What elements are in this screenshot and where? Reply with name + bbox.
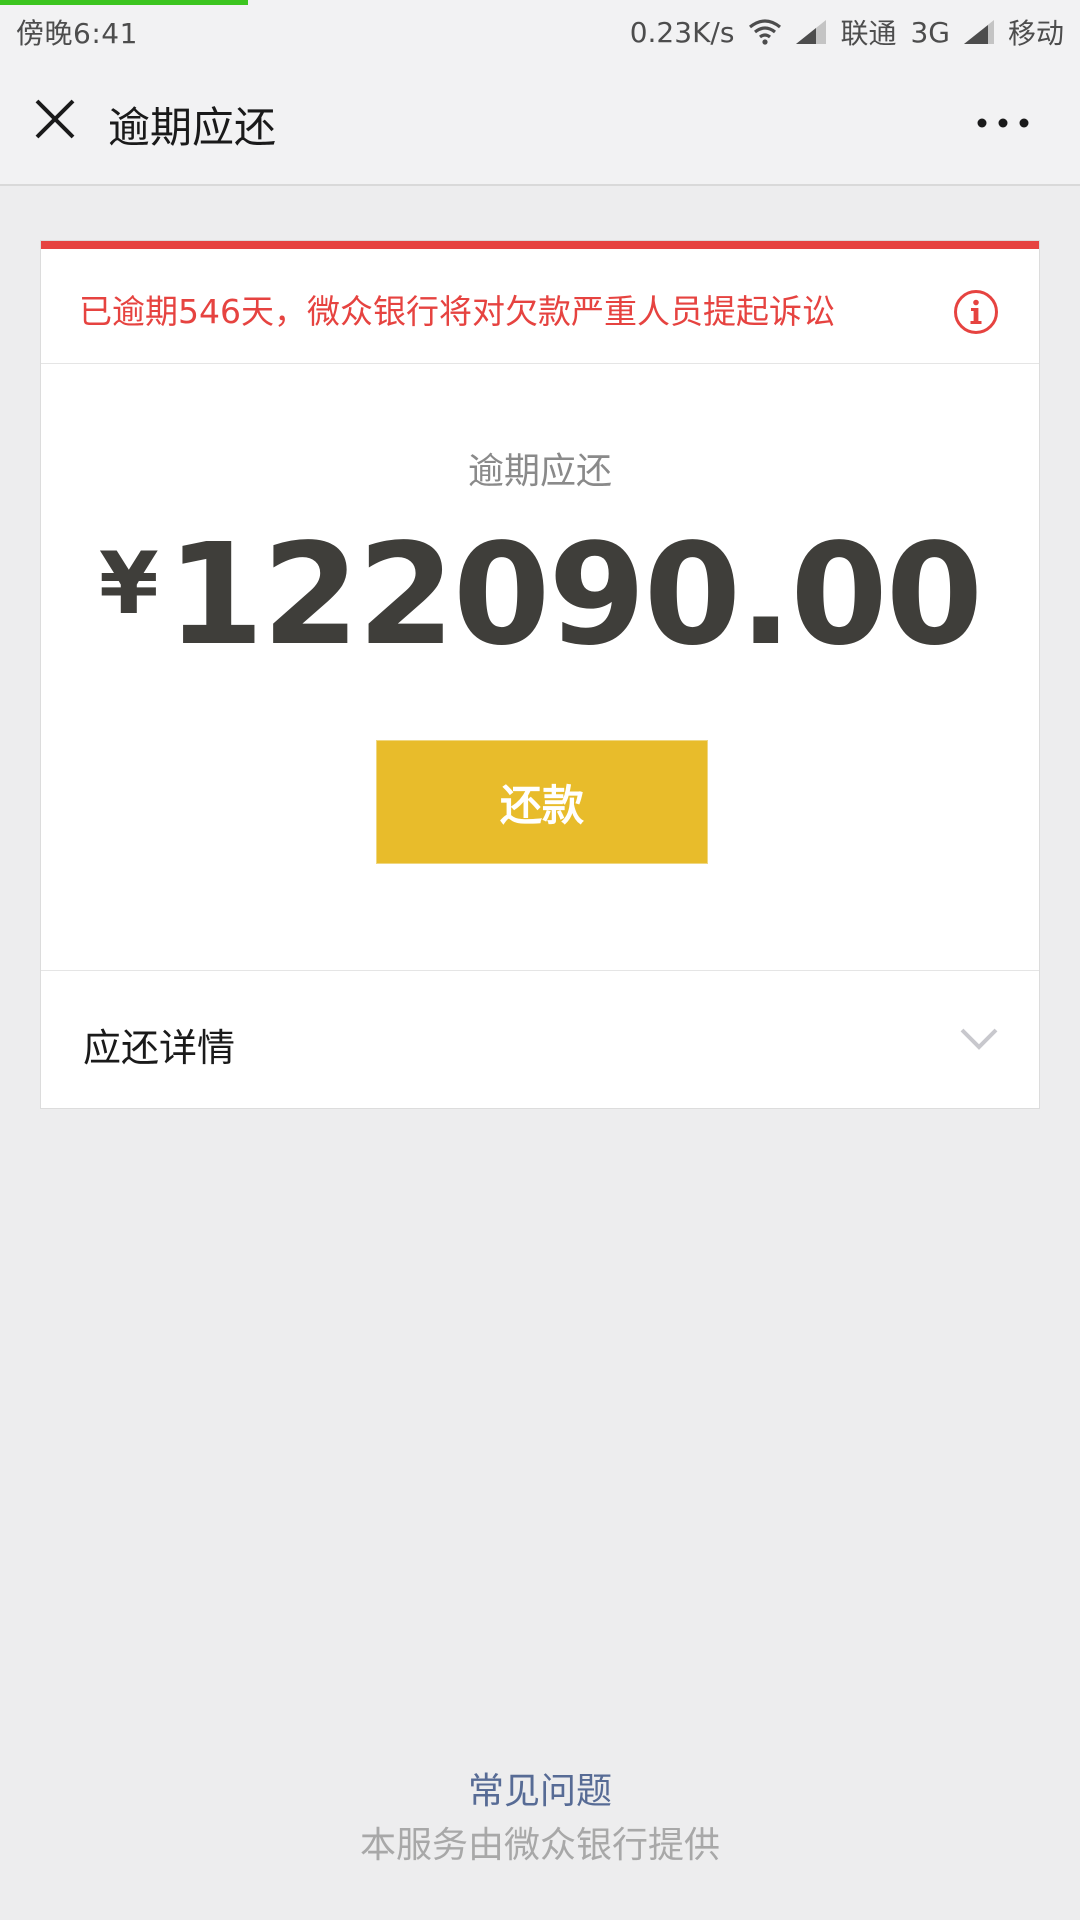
repayment-details-toggle[interactable]: 应还详情 bbox=[41, 971, 1039, 1108]
signal-icon-2 bbox=[963, 20, 994, 44]
faq-link[interactable]: 常见问题 bbox=[0, 1762, 1080, 1814]
overdue-alert-text: 已逾期546天，微众银行将对欠款严重人员提起诉讼 bbox=[79, 292, 835, 331]
nav-bar: 逾期应还 bbox=[0, 58, 1080, 186]
currency-symbol: ¥ bbox=[98, 534, 159, 634]
overdue-card: 已逾期546天，微众银行将对欠款严重人员提起诉讼 逾期应还 ¥122090.00… bbox=[40, 240, 1040, 1109]
close-icon[interactable] bbox=[34, 98, 76, 140]
page-load-progress bbox=[0, 0, 249, 5]
info-icon[interactable] bbox=[953, 289, 999, 335]
amount-value: 122090.00 bbox=[166, 514, 983, 677]
carrier-1: 联通 bbox=[840, 17, 897, 50]
provider-text: 本服务由微众银行提供 bbox=[359, 1825, 720, 1866]
card-alert-stripe bbox=[41, 241, 1039, 249]
repayment-details-label: 应还详情 bbox=[83, 1026, 236, 1070]
network-type: 3G bbox=[910, 15, 950, 49]
amount-section: 逾期应还 ¥122090.00 还款 bbox=[41, 364, 1039, 971]
carrier-2: 移动 bbox=[1007, 17, 1064, 50]
page-title: 逾期应还 bbox=[108, 103, 277, 152]
more-options-icon[interactable] bbox=[976, 114, 1030, 128]
overdue-alert: 已逾期546天，微众银行将对欠款严重人员提起诉讼 bbox=[41, 249, 1039, 364]
chevron-down-icon bbox=[959, 1025, 999, 1053]
status-time: 傍晚6:41 bbox=[16, 17, 138, 50]
amount-label: 逾期应还 bbox=[467, 451, 612, 492]
wifi-icon bbox=[748, 19, 782, 45]
repay-button[interactable]: 还款 bbox=[376, 740, 708, 864]
status-bar: 傍晚6:41 0.23K/s 联通 3G 移动 bbox=[0, 0, 1080, 58]
status-indicators: 0.23K/s 联通 3G 移动 bbox=[630, 12, 1064, 52]
amount-display: ¥122090.00 bbox=[41, 514, 1039, 677]
signal-icon-1 bbox=[796, 20, 827, 44]
net-speed: 0.23K/s bbox=[629, 15, 735, 49]
